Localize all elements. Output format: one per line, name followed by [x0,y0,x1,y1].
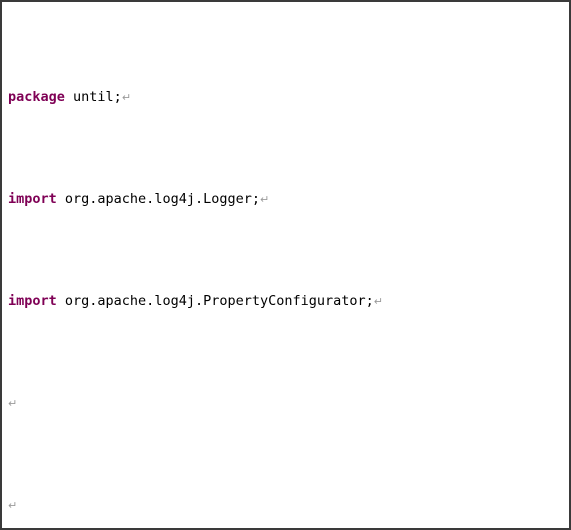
code-line-blank: ↵ [8,495,567,516]
keyword-import: import [8,190,57,207]
return-mark: ↵ [8,396,18,410]
return-mark: ↵ [121,90,132,104]
return-mark: ↵ [373,294,383,308]
code-snippet-frame: package until;↵ import org.apache.log4j.… [0,0,571,530]
keyword-package: package [8,88,65,105]
import-path-propertyconfigurator: org.apache.log4j.PropertyConfigurator; [56,292,374,309]
code-line-package: package until;↵ [8,87,567,108]
keyword-import: import [8,292,57,309]
code-line-import-propertyconfigurator: import org.apache.log4j.PropertyConfigur… [8,291,567,312]
import-path-logger: org.apache.log4j.Logger; [56,190,260,207]
code-line-blank: ↵ [8,393,567,414]
code-body[interactable]: package until;↵ import org.apache.log4j.… [8,6,567,528]
return-mark: ↵ [8,498,18,512]
return-mark: ↵ [259,192,270,206]
code-line-import-logger: import org.apache.log4j.Logger;↵ [8,189,567,210]
package-name: until; [64,88,122,105]
